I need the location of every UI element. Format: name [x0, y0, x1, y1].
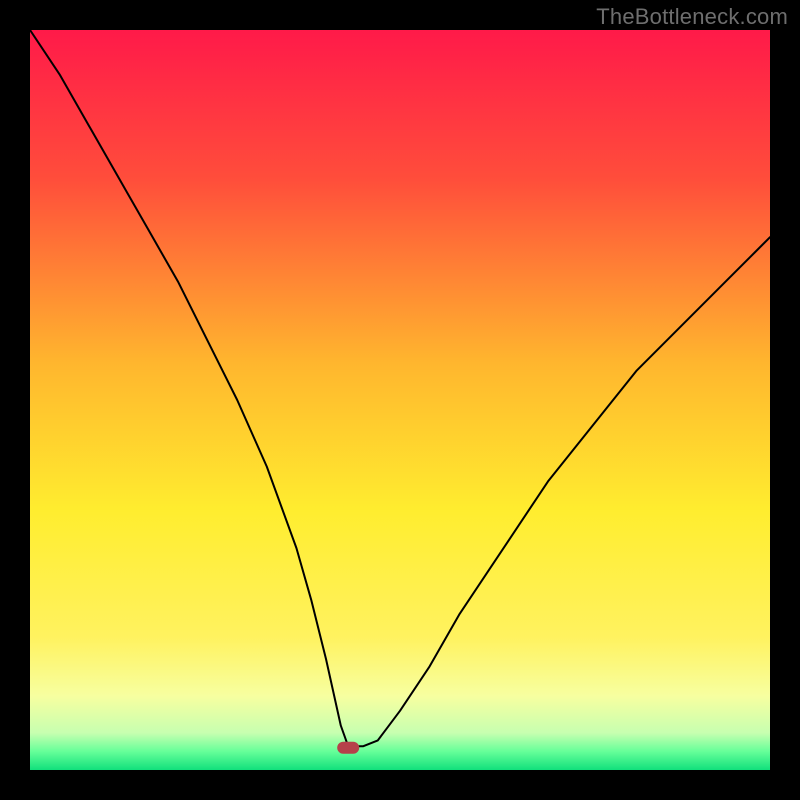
optimum-marker [337, 742, 359, 754]
chart-frame: TheBottleneck.com [0, 0, 800, 800]
plot-area [30, 30, 770, 770]
watermark-text: TheBottleneck.com [596, 4, 788, 30]
gradient-background [30, 30, 770, 770]
chart-svg [30, 30, 770, 770]
